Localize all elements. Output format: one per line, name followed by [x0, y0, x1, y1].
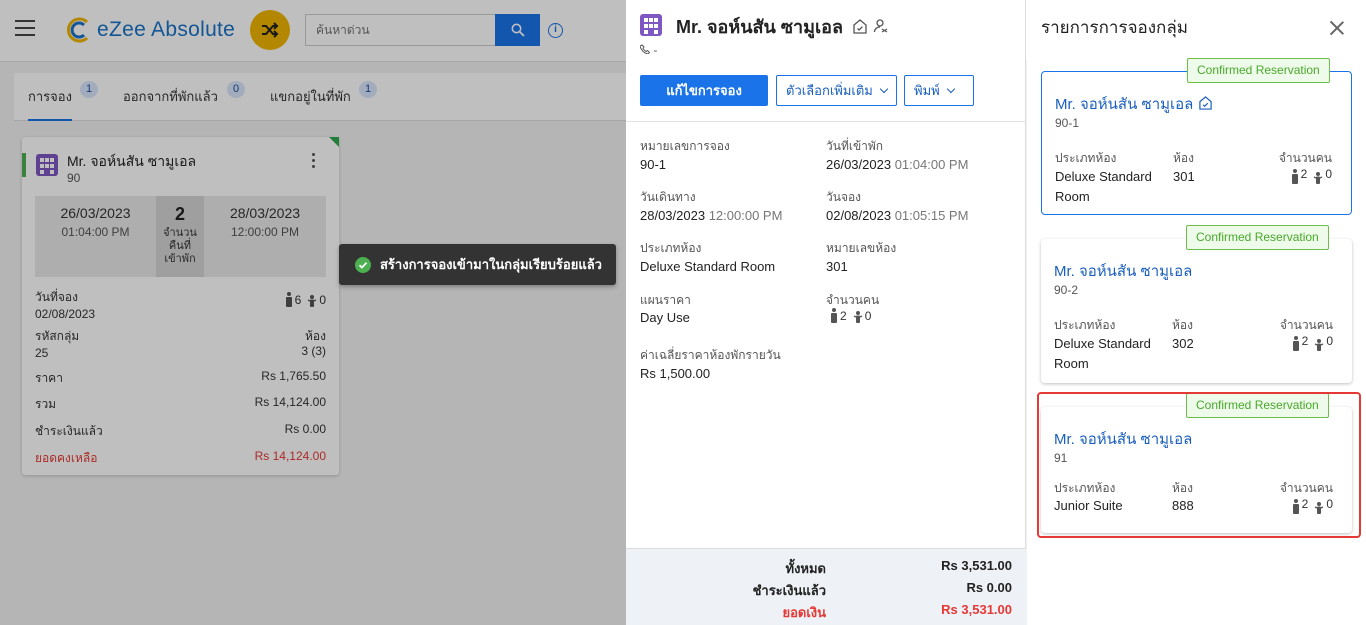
phone-icon [639, 44, 651, 55]
detail-title: Mr. จอห์นสัน ซามูเอล [676, 12, 889, 41]
room-no-value: 301 [826, 259, 848, 274]
print-label: พิมพ์ [914, 83, 940, 98]
departure-value: 28/03/2023 12:00:00 PM [640, 208, 782, 223]
checkin-label: วันที่เข้าพัก [826, 139, 884, 153]
children-count: 0 [1325, 167, 1332, 181]
highlight-frame [1037, 392, 1361, 538]
close-icon[interactable] [1329, 20, 1345, 36]
guest-name[interactable]: Mr. จอห์นสัน ซามูเอล [1055, 92, 1213, 116]
room-no-label: หมายเลขห้อง [826, 241, 897, 255]
child-icon [1315, 339, 1324, 351]
res-no-label: หมายเลขการจอง [640, 139, 730, 153]
guest-name[interactable]: Mr. จอห์นสัน ซามูเอล [1054, 259, 1192, 283]
group-owner-icon [853, 19, 867, 34]
paid-label: ชำระเงินแล้ว [752, 583, 826, 598]
balance-label: ยอดเงิน [782, 605, 826, 620]
guest-name: Mr. จอห์นสัน ซามูเอล [676, 17, 844, 37]
children-count: 0 [864, 309, 872, 323]
status-badge: Confirmed Reservation [1187, 58, 1330, 83]
total-label: ทั้งหมด [785, 561, 827, 576]
adult-icon [1291, 169, 1298, 184]
room-value: 301 [1173, 169, 1195, 184]
paid-value: Rs 0.00 [966, 580, 1012, 595]
room-value: 302 [1172, 336, 1194, 351]
pax-value: 2 0 [1291, 164, 1332, 190]
edit-reservation-button[interactable]: แก้ไขการจอง [640, 75, 768, 106]
group-owner-icon [1198, 96, 1212, 110]
room-type-line: Deluxe Standard [1054, 336, 1151, 351]
checkin-date: 26/03/2023 [826, 157, 892, 172]
rate-plan-value: Day Use [640, 310, 690, 325]
departure-time: 12:00:00 PM [708, 208, 783, 223]
booking-value: 02/08/2023 01:05:15 PM [826, 208, 968, 223]
avg-rate-label: ค่าเฉลี่ยราคาห้องพักรายวัน [640, 348, 781, 362]
room-type-line: Room [1054, 356, 1089, 371]
room-type-label: ประเภทห้อง [640, 241, 702, 255]
more-options-label: ตัวเลือกเพิ่มเติม [786, 83, 873, 98]
booking-time: 01:05:15 PM [894, 208, 969, 223]
room-label: ห้อง [1173, 151, 1194, 165]
checkin-time: 01:04:00 PM [894, 157, 969, 172]
totals-footer: ทั้งหมด Rs 3,531.00 ชำระเงินแล้ว Rs 0.00… [626, 548, 1026, 625]
reservation-number: 90-2 [1054, 283, 1079, 297]
status-badge: Confirmed Reservation [1186, 225, 1329, 250]
guest-profile-icon [873, 19, 888, 33]
booking-date: 02/08/2023 [826, 208, 892, 223]
booking-label: วันจอง [826, 190, 862, 204]
hotel-icon [640, 14, 662, 36]
room-type-label: ประเภทห้อง [1054, 318, 1116, 332]
chevron-down-icon [879, 84, 889, 94]
pax-value: 2 0 [1292, 331, 1333, 357]
divider [626, 121, 1026, 122]
group-reservation-card[interactable]: Confirmed Reservation Mr. จอห์นสัน ซามูเ… [1041, 58, 1352, 215]
checkin-value: 26/03/2023 01:04:00 PM [826, 157, 968, 172]
balance-value: Rs 3,531.00 [941, 602, 1012, 617]
child-icon [853, 311, 862, 323]
modal-backdrop[interactable] [0, 0, 626, 625]
success-toast: สร้างการจองเข้ามาในกลุ่มเรียบร้อยแล้ว [339, 244, 616, 285]
room-type-value: Deluxe Standard Room [640, 259, 776, 274]
reservation-detail-panel: Mr. จอห์นสัน ซามูเอล - แก้ไขการจอง ตัวเล… [626, 0, 1026, 625]
phone-value: - [653, 43, 658, 57]
adults-count: 2 [1300, 167, 1308, 181]
chevron-down-icon [946, 84, 955, 94]
room-type-label: ประเภทห้อง [1055, 151, 1117, 165]
adults-count: 2 [1301, 334, 1309, 348]
adult-icon [831, 308, 837, 323]
panel-title: รายการการจองกลุ่ม [1041, 18, 1188, 37]
pax-value: 2 0 [830, 308, 871, 326]
adults-count: 2 [840, 309, 847, 323]
room-type-line: Room [1055, 189, 1090, 204]
check-circle-icon [355, 256, 371, 273]
guest-name-text: Mr. จอห์นสัน ซามูเอล [1055, 96, 1194, 113]
group-reservation-card[interactable]: Confirmed Reservation Mr. จอห์นสัน ซามูเ… [1041, 225, 1352, 383]
room-type-line: Deluxe Standard [1055, 169, 1152, 184]
total-value: Rs 3,531.00 [941, 558, 1012, 573]
room-type-value: Deluxe Standard Room [1055, 167, 1152, 207]
departure-date: 28/03/2023 [640, 208, 706, 223]
more-options-button[interactable]: ตัวเลือกเพิ่มเติม [776, 75, 897, 106]
room-type-value: Deluxe Standard Room [1054, 334, 1151, 374]
avg-rate-value: Rs 1,500.00 [640, 366, 711, 381]
toast-message: สร้างการจองเข้ามาในกลุ่มเรียบร้อยแล้ว [380, 257, 602, 272]
room-label: ห้อง [1172, 318, 1193, 332]
children-count: 0 [1326, 334, 1333, 348]
adult-icon [1292, 336, 1299, 351]
departure-label: วันเดินทาง [640, 190, 696, 204]
child-icon [1314, 172, 1323, 184]
print-button[interactable]: พิมพ์ [904, 75, 974, 106]
phone-row: - [639, 43, 658, 57]
res-no-value: 90-1 [640, 157, 667, 172]
reservation-number: 90-1 [1055, 116, 1080, 130]
rate-plan-label: แผนราคา [640, 293, 691, 307]
